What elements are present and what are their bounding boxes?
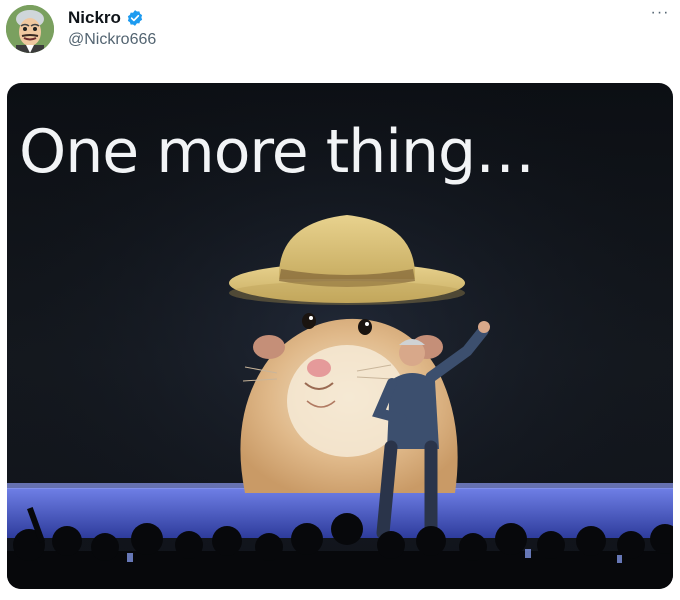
slide-headline: One more thing… [19, 117, 535, 187]
display-name[interactable]: Nickro [68, 8, 121, 28]
tweet: Nickro @Nickro666 ··· One more thing… [0, 0, 680, 600]
avatar[interactable] [6, 5, 54, 53]
user-handle[interactable]: @Nickro666 [68, 31, 156, 49]
tweet-image[interactable]: One more thing… [7, 83, 673, 589]
more-options-icon[interactable]: ··· [648, 5, 672, 26]
verified-badge-icon [126, 9, 144, 27]
avatar-caricature-image [6, 5, 54, 53]
author-name-row: Nickro [68, 8, 144, 28]
